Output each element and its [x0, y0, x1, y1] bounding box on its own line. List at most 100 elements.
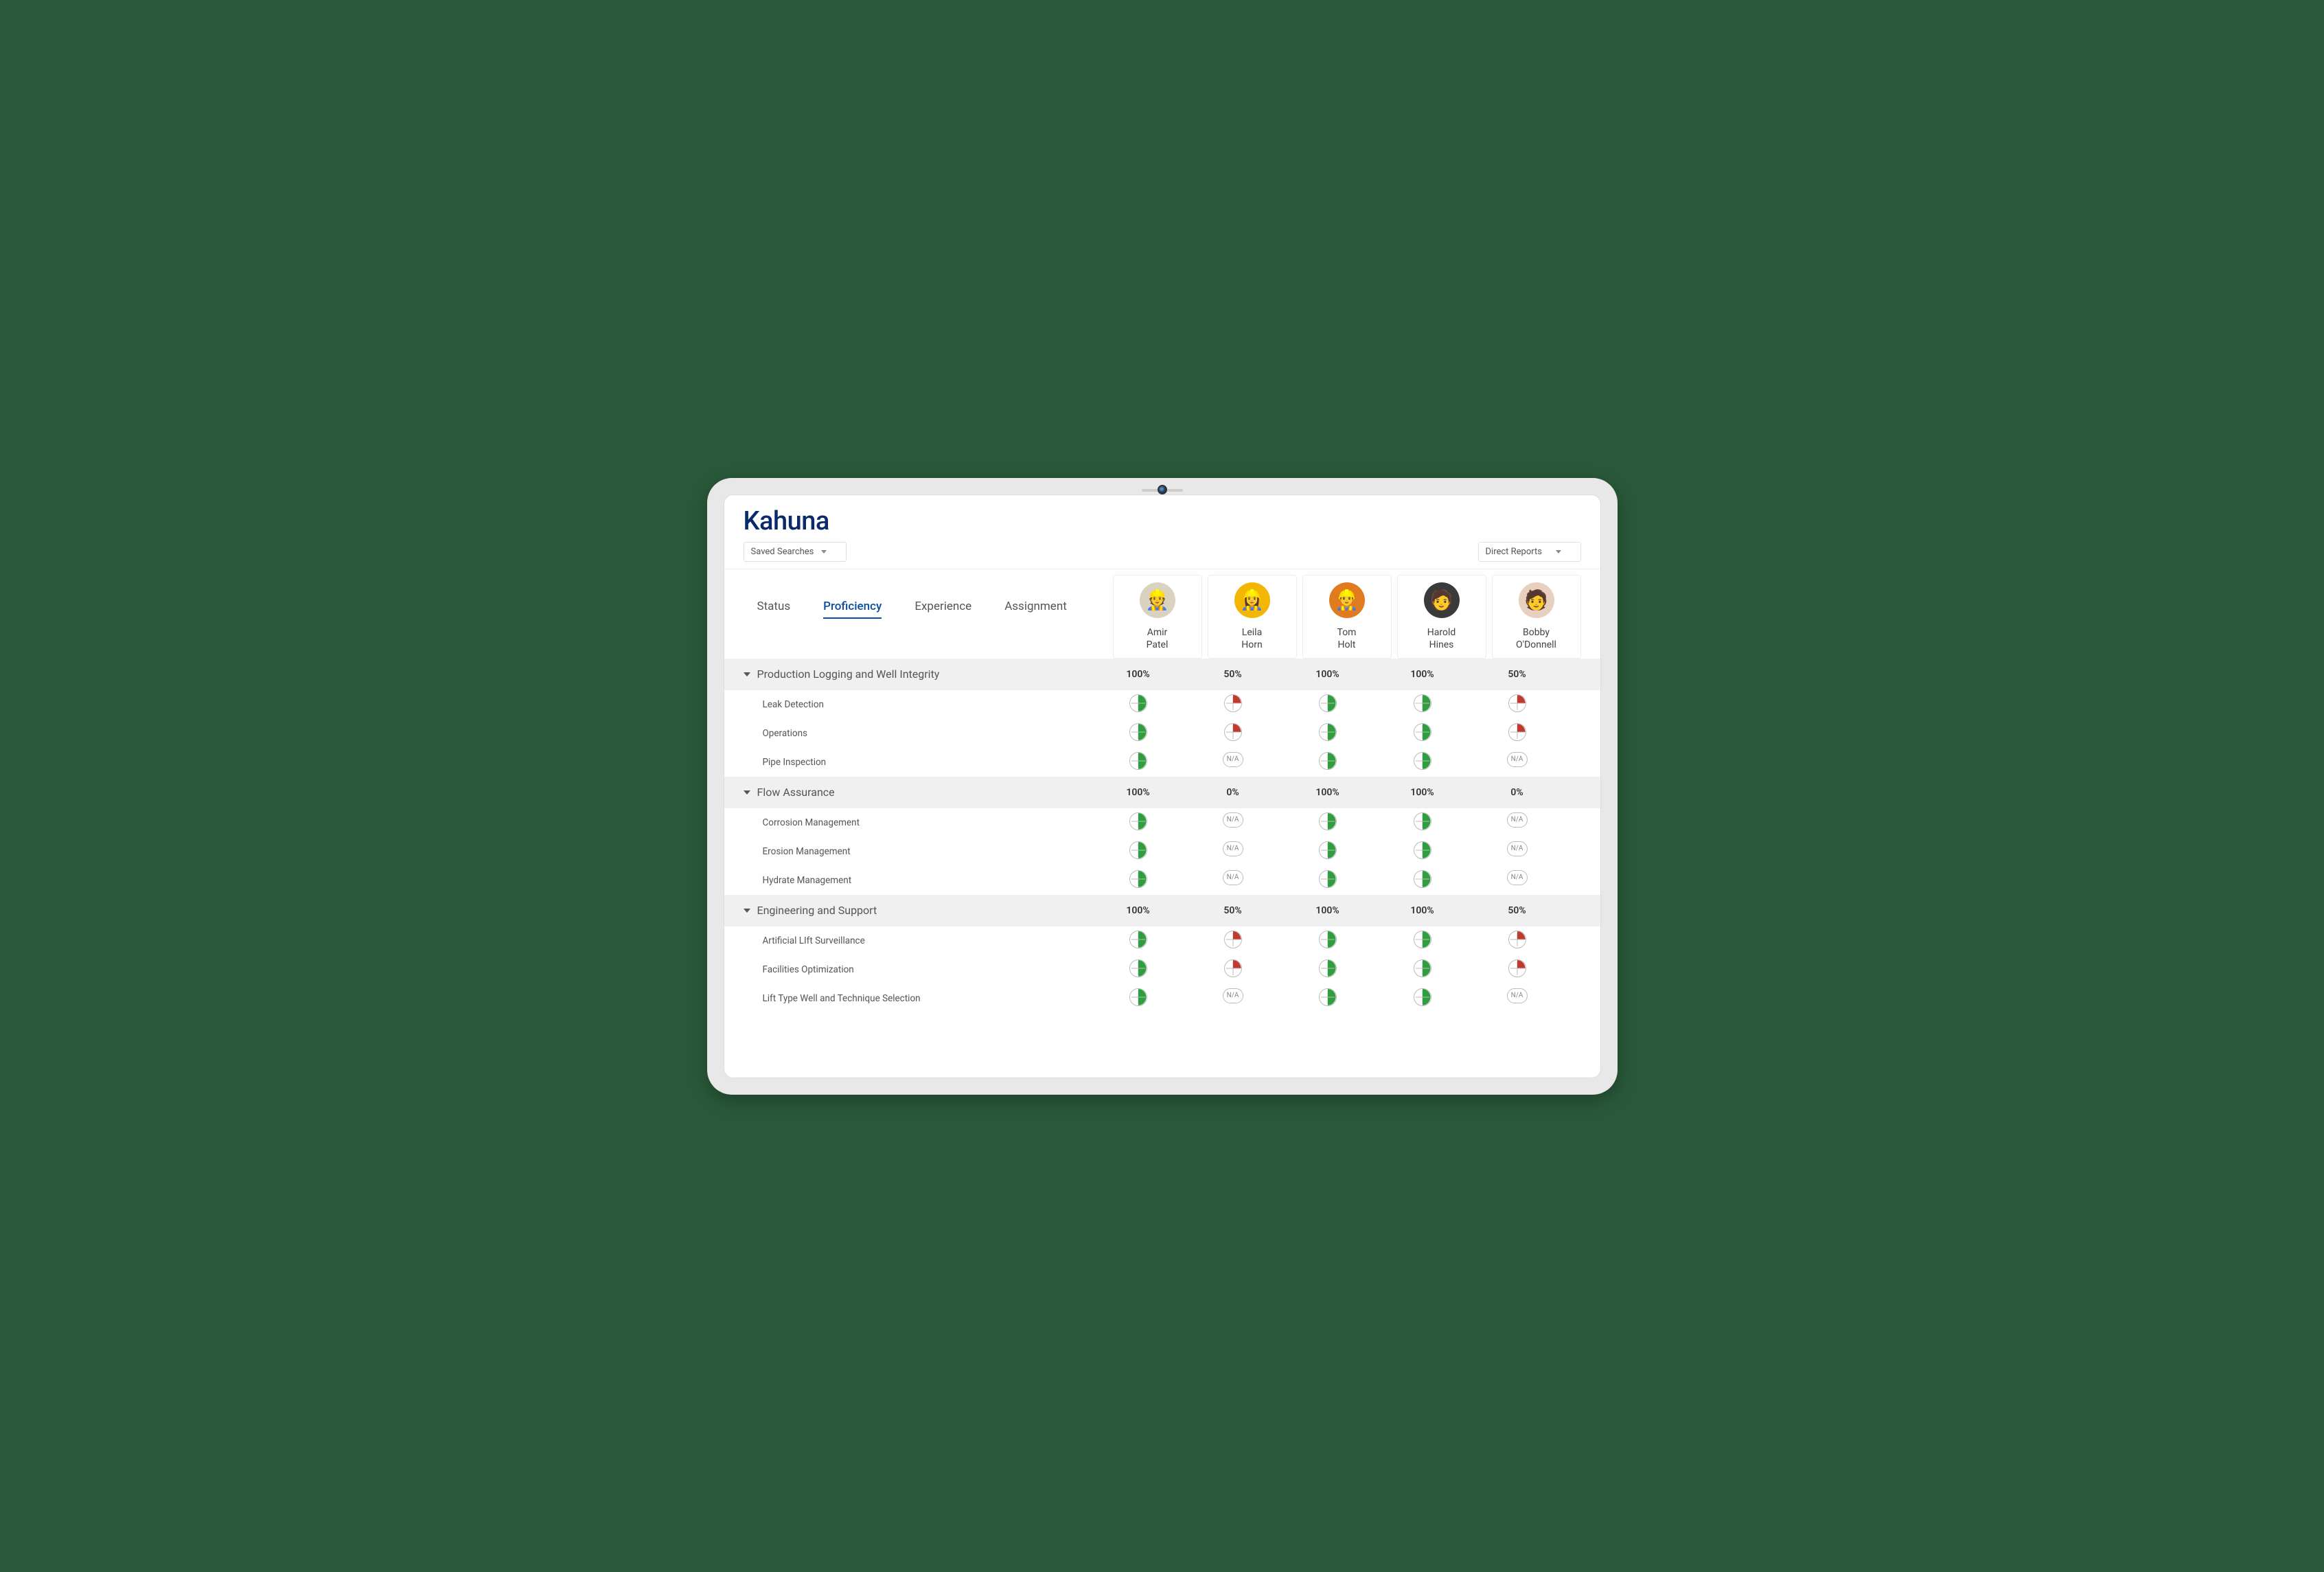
group-row[interactable]: Engineering and Support100%50%100%100%50… [724, 895, 1600, 926]
proficiency-pie-icon [1508, 723, 1526, 741]
skill-cell[interactable] [1094, 959, 1183, 980]
skill-cell[interactable] [1094, 841, 1183, 862]
skill-cell[interactable] [1283, 752, 1372, 773]
skill-cell[interactable] [1094, 812, 1183, 833]
collapse-icon[interactable] [744, 909, 750, 913]
direct-reports-label: Direct Reports [1486, 547, 1542, 557]
people-header-row: 👷AmirPatel👷‍♀️LeilaHorn👷‍♂️TomHolt🧑Harol… [1113, 569, 1581, 659]
skill-cell[interactable] [1378, 723, 1467, 744]
skill-cell[interactable]: N/A [1188, 870, 1278, 891]
skill-row: Corrosion ManagementN/AN/A [724, 808, 1600, 837]
skill-cell[interactable]: N/A [1473, 752, 1562, 773]
group-score: 100% [1283, 669, 1372, 680]
skill-cell[interactable] [1094, 988, 1183, 1009]
tab-assignment[interactable]: Assignment [1004, 600, 1067, 619]
skill-cell[interactable]: N/A [1188, 988, 1278, 1009]
group-row[interactable]: Flow Assurance100%0%100%100%0% [724, 777, 1600, 808]
skill-cell[interactable]: N/A [1473, 870, 1562, 891]
skill-cell[interactable] [1283, 988, 1372, 1009]
avatar: 🧑 [1424, 582, 1460, 618]
skill-cell[interactable] [1188, 694, 1278, 715]
group-score: 100% [1378, 669, 1467, 680]
person-card-bobby[interactable]: 🧑BobbyO'Donnell [1492, 575, 1581, 659]
skill-cell[interactable] [1094, 752, 1183, 773]
proficiency-pie-icon [1319, 812, 1337, 830]
person-card-amir[interactable]: 👷AmirPatel [1113, 575, 1202, 659]
proficiency-pie-icon [1319, 988, 1337, 1006]
na-badge: N/A [1507, 752, 1528, 767]
saved-searches-select[interactable]: Saved Searches [744, 542, 847, 562]
skill-cell[interactable] [1378, 988, 1467, 1009]
proficiency-pie-icon [1414, 812, 1431, 830]
skill-cell[interactable]: N/A [1188, 812, 1278, 833]
skill-cell[interactable]: N/A [1188, 841, 1278, 862]
direct-reports-select[interactable]: Direct Reports [1478, 542, 1581, 562]
avatar: 🧑 [1519, 582, 1554, 618]
skill-cell[interactable] [1283, 723, 1372, 744]
group-score: 50% [1188, 905, 1278, 916]
proficiency-pie-icon [1129, 812, 1147, 830]
na-badge: N/A [1223, 870, 1243, 885]
skill-cell[interactable] [1094, 931, 1183, 951]
skill-cell[interactable] [1094, 723, 1183, 744]
proficiency-pie-icon [1319, 959, 1337, 977]
skill-cell[interactable] [1378, 694, 1467, 715]
skill-label: Pipe Inspection [763, 757, 827, 768]
skill-cell[interactable] [1378, 841, 1467, 862]
proficiency-pie-icon [1129, 694, 1147, 712]
person-card-leila[interactable]: 👷‍♀️LeilaHorn [1208, 575, 1297, 659]
skill-cell[interactable] [1188, 959, 1278, 980]
proficiency-pie-icon [1129, 988, 1147, 1006]
skill-cell[interactable] [1094, 870, 1183, 891]
proficiency-pie-icon [1414, 988, 1431, 1006]
skill-cell[interactable]: N/A [1473, 841, 1562, 862]
skill-cell[interactable]: N/A [1188, 752, 1278, 773]
collapse-icon[interactable] [744, 790, 750, 795]
skill-cell[interactable] [1378, 812, 1467, 833]
proficiency-pie-icon [1224, 931, 1242, 948]
proficiency-pie-icon [1224, 959, 1242, 977]
skill-cell[interactable] [1283, 870, 1372, 891]
proficiency-pie-icon [1414, 870, 1431, 888]
skill-row: Erosion ManagementN/AN/A [724, 837, 1600, 866]
skill-cell[interactable] [1283, 812, 1372, 833]
proficiency-pie-icon [1414, 959, 1431, 977]
skill-cell[interactable] [1188, 931, 1278, 951]
brand-logo: Kahuna [744, 506, 1581, 536]
skill-cell[interactable] [1473, 694, 1562, 715]
tab-proficiency[interactable]: Proficiency [823, 600, 882, 619]
skill-cell[interactable]: N/A [1473, 988, 1562, 1009]
skill-row: Facilities Optimization [724, 955, 1600, 984]
skill-cell[interactable] [1283, 841, 1372, 862]
skill-row: Pipe Inspection N/A N/A [724, 748, 1600, 777]
skill-cell[interactable] [1378, 752, 1467, 773]
skill-cell[interactable]: N/A [1473, 812, 1562, 833]
skill-cell[interactable] [1283, 694, 1372, 715]
proficiency-pie-icon [1224, 694, 1242, 712]
proficiency-pie-icon [1129, 723, 1147, 741]
collapse-icon[interactable] [744, 672, 750, 676]
person-card-tom[interactable]: 👷‍♂️TomHolt [1302, 575, 1392, 659]
proficiency-pie-icon [1414, 931, 1431, 948]
person-card-harold[interactable]: 🧑HaroldHines [1397, 575, 1486, 659]
person-name: AmirPatel [1119, 626, 1196, 651]
skill-cell[interactable] [1283, 959, 1372, 980]
chevron-down-icon [821, 550, 827, 554]
skill-cell[interactable] [1378, 959, 1467, 980]
skill-cell[interactable] [1378, 870, 1467, 891]
group-row[interactable]: Production Logging and Well Integrity100… [724, 659, 1600, 690]
proficiency-pie-icon [1319, 931, 1337, 948]
skill-cell[interactable] [1473, 959, 1562, 980]
proficiency-pie-icon [1129, 959, 1147, 977]
skill-cell[interactable] [1094, 694, 1183, 715]
skill-cell[interactable] [1473, 931, 1562, 951]
skill-cell[interactable] [1188, 723, 1278, 744]
skill-cell[interactable] [1378, 931, 1467, 951]
tab-status[interactable]: Status [757, 600, 791, 619]
skill-cell[interactable] [1473, 723, 1562, 744]
tab-experience[interactable]: Experience [914, 600, 971, 619]
chevron-down-icon [1556, 550, 1561, 554]
avatar: 👷‍♀️ [1234, 582, 1270, 618]
skill-cell[interactable] [1283, 931, 1372, 951]
skill-label: Artificial LIft Surveillance [763, 935, 865, 946]
